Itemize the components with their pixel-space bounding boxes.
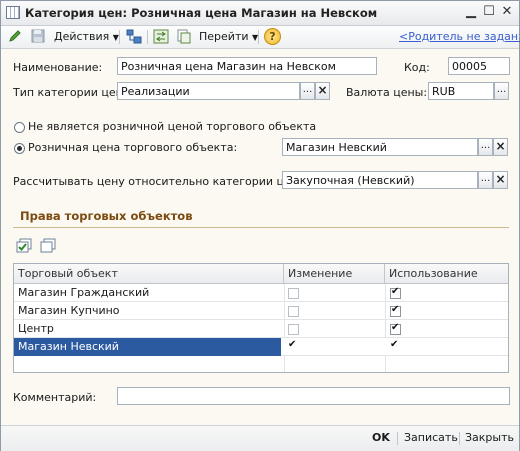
use-checkbox[interactable] — [390, 304, 401, 317]
check-all-icon[interactable] — [16, 238, 33, 257]
radio-retail[interactable] — [14, 143, 25, 154]
movements-icon[interactable] — [153, 29, 169, 45]
change-checkbox[interactable] — [288, 306, 299, 317]
relative-field[interactable]: Закупочная (Невский) — [282, 171, 478, 189]
toolbar-separator — [147, 30, 148, 44]
currency-field[interactable]: RUB — [428, 82, 494, 100]
retail-object-clear-button[interactable]: × — [493, 138, 508, 156]
actions-menu[interactable]: Действия ▼ — [54, 29, 119, 45]
cell-object: Магазин Купчино — [18, 304, 120, 317]
type-label: Тип категории цен: — [13, 86, 127, 99]
form-icon — [6, 6, 20, 19]
use-checkbox[interactable] — [390, 286, 401, 299]
change-checkbox[interactable] — [288, 288, 299, 299]
save-button[interactable]: Записать — [404, 431, 458, 444]
use-checkbox[interactable] — [390, 322, 401, 335]
goto-menu[interactable]: Перейти ▼ — [199, 29, 258, 45]
table-row-selected[interactable]: Магазин Невский — [14, 338, 508, 356]
parent-link[interactable]: <Родитель не задан> — [399, 29, 520, 45]
table-row[interactable]: Центр — [14, 320, 508, 338]
change-checkbox[interactable] — [288, 339, 299, 353]
column-header-object[interactable]: Торговый объект — [14, 264, 284, 284]
toolbar: Действия ▼ Перейти ▼ ? <Родитель не зада… — [1, 26, 520, 49]
name-field[interactable]: Розничная цена Магазин на Невском — [117, 57, 377, 75]
footer-bar: OK Записать Закрыть — [1, 425, 519, 451]
price-category-window: Категория цен: Розничная цена Магазин на… — [0, 0, 520, 451]
cell-object: Центр — [18, 322, 54, 335]
column-header-change[interactable]: Изменение — [284, 264, 385, 284]
type-field[interactable]: Реализации — [117, 82, 300, 100]
toolbar-separator — [258, 30, 259, 44]
relative-label: Рассчитывать цену относительно категории… — [13, 175, 302, 188]
table-row[interactable]: Магазин Гражданский — [14, 284, 508, 302]
code-field[interactable]: 00005 — [448, 57, 510, 75]
rights-section-title: Права торговых объектов — [20, 209, 193, 223]
code-label: Код: — [404, 61, 430, 74]
footer-separator — [459, 432, 460, 445]
radio-not-retail[interactable] — [14, 122, 25, 133]
cell-object: Магазин Гражданский — [18, 286, 150, 299]
edit-pencil-icon[interactable] — [8, 29, 22, 45]
help-icon[interactable]: ? — [264, 28, 281, 45]
column-header-use[interactable]: Использование — [385, 264, 508, 284]
ok-button[interactable]: OK — [372, 431, 390, 444]
type-clear-button[interactable]: × — [315, 82, 330, 100]
comment-label: Комментарий: — [13, 391, 97, 404]
currency-select-button[interactable]: ... — [494, 82, 509, 100]
retail-object-select-button[interactable]: ... — [478, 138, 493, 156]
radio-not-retail-label[interactable]: Не является розничной ценой торгового об… — [28, 120, 316, 133]
window-title: Категория цен: Розничная цена Магазин на… — [25, 6, 378, 20]
save-disk-icon[interactable] — [31, 29, 45, 45]
cell-object: Магазин Невский — [14, 338, 281, 356]
close-button[interactable]: Закрыть — [465, 431, 514, 444]
toolbar-separator — [119, 30, 120, 44]
radio-retail-label[interactable]: Розничная цена торгового объекта: — [28, 141, 237, 154]
title-bar: Категория цен: Розничная цена Магазин на… — [1, 1, 519, 26]
currency-label: Валюта цены: — [346, 86, 428, 99]
maximize-button[interactable]: ☐ — [481, 4, 497, 20]
section-divider — [13, 227, 509, 228]
type-select-button[interactable]: ... — [300, 82, 315, 100]
close-window-button[interactable]: ✕ — [499, 4, 515, 20]
uncheck-all-icon[interactable] — [40, 238, 57, 257]
structure-icon[interactable] — [126, 29, 142, 45]
table-row[interactable]: Магазин Купчино — [14, 302, 508, 320]
rights-table: Торговый объект Изменение Использование … — [13, 263, 509, 373]
change-checkbox[interactable] — [288, 324, 299, 335]
minimize-button[interactable]: ▁ — [463, 4, 479, 20]
relative-select-button[interactable]: ... — [478, 171, 493, 189]
footer-separator — [397, 432, 398, 445]
retail-object-field[interactable]: Магазин Невский — [282, 138, 478, 156]
comment-field[interactable] — [117, 387, 510, 405]
use-checkbox[interactable] — [390, 339, 401, 353]
name-label: Наименование: — [13, 61, 103, 74]
copy-document-icon[interactable] — [176, 29, 192, 45]
relative-clear-button[interactable]: × — [493, 171, 508, 189]
